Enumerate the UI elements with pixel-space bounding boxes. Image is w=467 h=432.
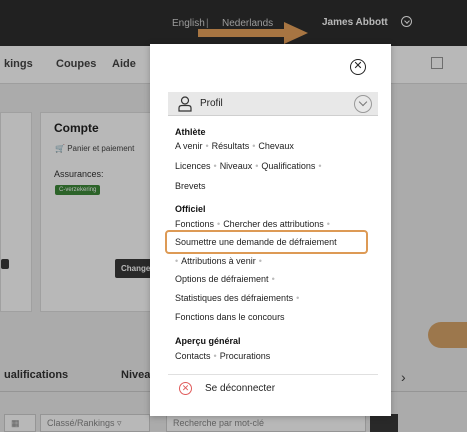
menu-link-chercher-attributions[interactable]: Chercher des attributions	[223, 219, 324, 229]
menu-link-soumettre-defraiement[interactable]: Soumettre une demande de défraiement	[175, 237, 337, 247]
close-icon[interactable]: ✕	[350, 59, 366, 75]
profile-label: Profil	[200, 98, 223, 109]
menu-link-attributions-a-venir[interactable]: Attributions à venir	[181, 256, 256, 266]
user-icon	[178, 96, 192, 112]
officiel-row-3: • Attributions à venir •	[175, 256, 262, 266]
menu-link-brevets[interactable]: Brevets	[175, 181, 206, 191]
menu-link-a-venir[interactable]: A venir	[175, 141, 203, 151]
logout-icon[interactable]: ✕	[179, 382, 192, 395]
profile-header[interactable]: Profil	[168, 92, 378, 116]
menu-link-fonctions[interactable]: Fonctions	[175, 219, 214, 229]
menu-link-chevaux[interactable]: Chevaux	[258, 141, 294, 151]
athlete-row-2: Licences • Niveaux • Qualifications •	[175, 161, 322, 171]
menu-divider	[168, 374, 378, 375]
menu-link-fonctions-concours[interactable]: Fonctions dans le concours	[175, 312, 285, 322]
options-defraiement-label: Options de défraiement	[175, 274, 269, 284]
section-officiel-title: Officiel	[175, 204, 206, 214]
statistiques-defraiements-label: Statistiques des défraiements	[175, 293, 294, 303]
menu-link-qualifications[interactable]: Qualifications	[261, 161, 315, 171]
menu-link-options-defraiement[interactable]: Options de défraiement •	[175, 274, 278, 284]
officiel-row-1: Fonctions • Chercher des attributions •	[175, 219, 330, 229]
logout-link[interactable]: Se déconnecter	[205, 383, 275, 394]
menu-link-procurations[interactable]: Procurations	[220, 351, 271, 361]
athlete-row-3: Brevets	[175, 181, 206, 191]
menu-link-contacts[interactable]: Contacts	[175, 351, 211, 361]
menu-link-resultats[interactable]: Résultats	[212, 141, 250, 151]
menu-link-niveaux[interactable]: Niveaux	[220, 161, 253, 171]
menu-link-licences[interactable]: Licences	[175, 161, 211, 171]
user-menu-popup: ✕ Profil Athlète A venir • Résultats • Cheva…	[150, 44, 391, 416]
menu-link-statistiques-defraiements[interactable]: Statistiques des défraiements •	[175, 293, 302, 303]
section-athlete-title: Athlète	[175, 127, 206, 137]
athlete-row-1: A venir • Résultats • Chevaux	[175, 141, 294, 151]
section-apercu-title: Aperçu général	[175, 336, 241, 346]
apercu-row-1: Contacts • Procurations	[175, 351, 271, 361]
chevron-down-icon[interactable]	[354, 95, 372, 113]
